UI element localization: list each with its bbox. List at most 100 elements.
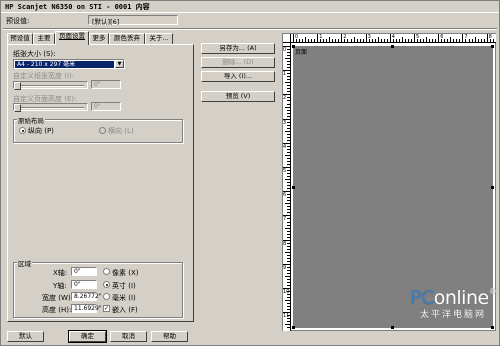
ruler-number: 7 <box>464 34 468 40</box>
ruler-tick <box>420 39 422 42</box>
ruler-tick <box>480 39 482 42</box>
ruler-tick <box>486 34 488 42</box>
slider-thumb[interactable] <box>14 104 21 112</box>
ruler-tick <box>287 242 290 244</box>
ruler-tick <box>483 39 485 42</box>
paper-size-select[interactable]: A4 - 210 x 297 毫米 ▼ <box>13 59 125 69</box>
ruler-tick <box>287 136 290 138</box>
slider-thumb[interactable] <box>14 82 21 90</box>
ruler-tick <box>314 39 316 42</box>
custom-width-field[interactable]: 0" <box>91 80 121 89</box>
delete-button[interactable]: 删除... (D) <box>201 57 275 68</box>
ruler-tick <box>287 76 290 78</box>
ruler-tick <box>287 97 290 99</box>
ruler-tick <box>287 61 290 63</box>
ruler-tick <box>285 324 290 326</box>
ruler-tick <box>287 272 290 274</box>
ruler-tick <box>453 39 455 42</box>
ruler-number: 4 <box>391 34 395 40</box>
unit-pixel-radio[interactable] <box>103 268 110 275</box>
ruler-horizontal: 0 1 2 3 4 5 6 7 8 <box>291 34 496 43</box>
ruler-tick <box>287 209 290 211</box>
ruler-tick <box>426 37 428 42</box>
ruler-tick <box>287 100 290 102</box>
ruler-tick <box>311 39 313 42</box>
custom-height-slider[interactable] <box>13 103 88 112</box>
ruler-vertical: 0 1 2 3 4 5 6 7 8 9 10 11 <box>283 43 291 331</box>
tab-page-setup[interactable]: 页面设置 <box>55 31 89 45</box>
save-as-button[interactable]: 另存为... (A) <box>201 43 275 54</box>
x-axis-label: X轴: <box>53 269 68 277</box>
ruler-tick <box>287 188 290 190</box>
custom-width-slider[interactable] <box>13 81 88 90</box>
ruler-tick <box>450 37 452 42</box>
resize-handle[interactable] <box>391 45 394 48</box>
ruler-number: 6 <box>283 192 287 199</box>
ruler-tick <box>471 39 473 42</box>
height-input[interactable]: 11.6929" <box>71 304 102 313</box>
ruler-number: 9 <box>283 264 287 271</box>
portrait-radio[interactable] <box>19 127 26 134</box>
help-button[interactable]: 帮助 <box>151 331 188 342</box>
landscape-radio[interactable] <box>99 127 106 134</box>
custom-width-label: 自定义纸张宽度 (I): <box>13 72 75 80</box>
region-title: 区域 <box>17 258 32 268</box>
resize-handle[interactable] <box>491 45 494 48</box>
import-button[interactable]: 导入 (I)... <box>201 71 275 82</box>
ruler-tick <box>429 39 431 42</box>
width-label: 宽度 (W): <box>42 294 73 302</box>
ruler-number: 4 <box>283 143 287 150</box>
ruler-number: 10 <box>283 289 290 295</box>
ok-button[interactable]: 确定 <box>68 330 107 343</box>
ruler-tick <box>287 248 290 250</box>
ruler-tick <box>287 254 290 256</box>
ruler-tick <box>377 37 379 42</box>
ruler-tick <box>287 257 290 259</box>
ruler-tick <box>332 39 334 42</box>
ruler-tick <box>371 39 373 42</box>
ruler-tick <box>432 39 434 42</box>
resize-handle[interactable] <box>491 186 494 189</box>
scan-region[interactable]: 页面 <box>293 46 493 328</box>
preset-field[interactable]: [默认][6] <box>88 15 178 26</box>
default-button[interactable]: 默认 <box>7 331 44 342</box>
ruler-tick <box>287 306 290 308</box>
preview-button[interactable]: 预览 (V) <box>201 91 275 102</box>
ruler-tick <box>287 157 290 159</box>
tab-about[interactable]: 关于... <box>145 33 173 44</box>
x-axis-input[interactable]: 0" <box>71 267 97 276</box>
ruler-tick <box>285 106 290 108</box>
ruler-tick <box>287 230 290 232</box>
ruler-number: 5 <box>416 34 420 40</box>
ruler-tick <box>287 64 290 66</box>
tab-main[interactable]: 主要 <box>33 33 55 44</box>
resize-handle[interactable] <box>391 326 394 329</box>
ruler-number: 3 <box>367 34 371 40</box>
cancel-button[interactable]: 取消 <box>110 331 147 342</box>
custom-height-field[interactable]: 0" <box>91 102 121 111</box>
resize-handle[interactable] <box>292 186 295 189</box>
ruler-tick <box>287 212 290 214</box>
fit-checkbox[interactable]: ✓ <box>103 305 110 312</box>
tab-presets[interactable]: 预设值 <box>7 33 33 44</box>
resize-handle[interactable] <box>292 326 295 329</box>
watermark-logo: PConline® <box>410 287 497 309</box>
width-input[interactable]: 8.26772" <box>71 292 102 301</box>
y-axis-input[interactable]: 0" <box>71 280 97 289</box>
resize-handle[interactable] <box>491 326 494 329</box>
unit-mm-radio[interactable] <box>103 293 110 300</box>
ruler-tick <box>444 39 446 42</box>
ruler-tick <box>356 39 358 42</box>
preset-label: 预设值: <box>6 17 30 25</box>
tab-more[interactable]: 更多 <box>89 33 109 44</box>
ruler-number: 8 <box>283 240 287 247</box>
unit-mm-label: 毫米 (I) <box>112 294 136 302</box>
resize-handle[interactable] <box>292 45 295 48</box>
ruler-tick <box>338 39 340 42</box>
unit-inch-radio[interactable] <box>103 281 110 288</box>
ruler-tick <box>287 197 290 199</box>
ruler-tick <box>287 109 290 111</box>
ruler-tick <box>287 151 290 153</box>
chevron-down-icon[interactable]: ▼ <box>115 60 124 68</box>
tab-color-dropout[interactable]: 颜色丢弃 <box>109 33 145 44</box>
